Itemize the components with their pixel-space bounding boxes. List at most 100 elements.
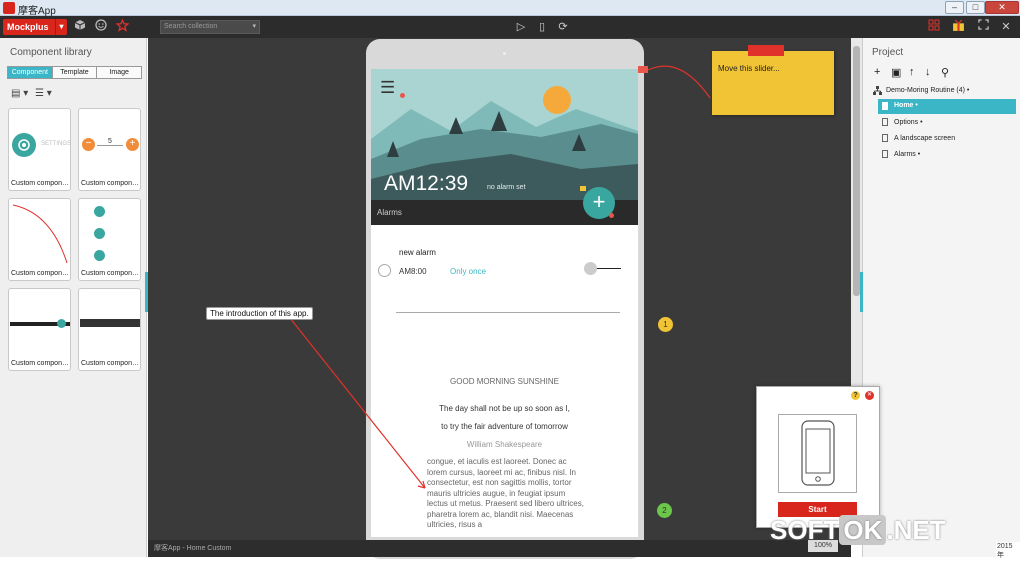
- smiley-icon[interactable]: [93, 19, 109, 35]
- minus-icon: −: [82, 138, 95, 151]
- brand-caret-icon[interactable]: ▾: [55, 19, 67, 35]
- status-bar: 摩客App - Home Custom: [148, 540, 851, 557]
- tree-item-options[interactable]: Options •: [894, 119, 923, 126]
- app-logo-icon: [3, 2, 15, 14]
- component-card-slider[interactable]: Custom compon…: [8, 288, 71, 371]
- slider-knob-icon: [57, 319, 66, 328]
- alarms-label: Alarms: [377, 208, 402, 217]
- page-icon: [882, 118, 888, 126]
- gear-icon: [12, 133, 36, 157]
- tree-item-alarms[interactable]: Alarms •: [894, 151, 920, 158]
- alarm-toggle-knob[interactable]: [584, 262, 597, 275]
- quote-line-2: to try the fair adventure of tomorrow: [441, 422, 568, 431]
- search-dropdown-icon[interactable]: ▾: [252, 21, 256, 33]
- grid-layout-icon[interactable]: [926, 19, 942, 35]
- page-icon: [882, 150, 888, 158]
- close-panel-icon[interactable]: ✕: [998, 19, 1014, 35]
- link-marker-icon: [609, 213, 614, 218]
- component-card-navbar[interactable]: Custom compon…: [78, 288, 141, 371]
- divider: [396, 312, 620, 313]
- tree-item-landscape[interactable]: A landscape screen: [894, 135, 955, 142]
- phone-outline-icon: [801, 420, 835, 486]
- intro-callout[interactable]: The introduction of this app.: [206, 307, 313, 320]
- play-icon[interactable]: ▷: [513, 19, 529, 35]
- main-toolbar: Mockplus ▾ Search collection ▾ ▷ ▯ ⟳ ✕: [0, 16, 1020, 38]
- watermark-part-1: SOFT: [770, 515, 840, 545]
- hero-illustration: ☰ AM12:39 no alarm set: [371, 69, 638, 200]
- search-collection-input[interactable]: Search collection ▾: [160, 20, 260, 34]
- project-title: Project: [872, 47, 904, 58]
- step-badge-2[interactable]: 2: [657, 503, 672, 518]
- help-icon[interactable]: ?: [851, 391, 860, 400]
- device-preview-frame: [778, 414, 857, 493]
- scrollbar-thumb[interactable]: [853, 46, 860, 296]
- brand-label: Mockplus: [7, 22, 49, 32]
- search-icon[interactable]: ⚲: [941, 66, 949, 79]
- popup-close-icon[interactable]: ✕: [865, 391, 874, 400]
- component-card-curve[interactable]: Custom compon…: [8, 198, 71, 281]
- database-view-icon[interactable]: ▤ ▾: [11, 88, 28, 99]
- device-icon[interactable]: ▯: [534, 19, 550, 35]
- search-placeholder: Search collection: [164, 23, 218, 30]
- tree-item-label: Home •: [894, 102, 918, 109]
- step-badge-1[interactable]: 1: [658, 317, 673, 332]
- card-label: Custom compon…: [11, 180, 69, 187]
- tree-item-home[interactable]: Home •: [878, 99, 1016, 114]
- gift-icon[interactable]: [950, 19, 966, 35]
- repeat-option[interactable]: Only once: [450, 267, 486, 276]
- sticky-note[interactable]: Move this slider...: [712, 45, 834, 115]
- list-dot-icon: [94, 228, 105, 239]
- curve-preview-icon: [12, 204, 68, 264]
- card-label: Custom compon…: [81, 180, 139, 187]
- tab-image[interactable]: Image: [97, 67, 142, 78]
- navbar-preview: [80, 319, 140, 327]
- stepper-value: 5: [97, 138, 123, 146]
- maximize-button[interactable]: □: [966, 1, 985, 14]
- cube-icon[interactable]: [72, 19, 88, 35]
- watermark-part-2: OK: [839, 515, 887, 545]
- window-title: 摩客App: [18, 6, 56, 17]
- brand-menu-button[interactable]: Mockplus ▾: [3, 19, 67, 35]
- phone-screen[interactable]: ☰ AM12:39 no alarm set Alarms + new alar…: [371, 69, 638, 537]
- right-panel-splitter[interactable]: [860, 272, 863, 312]
- watermark: SOFT OK .NET: [770, 515, 946, 546]
- list-view-icon[interactable]: ☰ ▾: [35, 88, 52, 99]
- card-label: Custom compon…: [11, 270, 69, 277]
- status-path: 摩客App - Home Custom: [154, 545, 232, 552]
- save-icon[interactable]: ▣: [891, 66, 901, 79]
- tab-component[interactable]: Component: [8, 67, 53, 78]
- link-marker-icon: [400, 93, 405, 98]
- add-page-icon[interactable]: +: [874, 66, 880, 78]
- fullscreen-icon[interactable]: [975, 19, 991, 35]
- phone-camera: [503, 52, 506, 55]
- tab-template[interactable]: Template: [52, 67, 98, 78]
- plus-icon: +: [126, 138, 139, 151]
- minimize-button[interactable]: –: [945, 1, 964, 14]
- new-alarm-title: new alarm: [399, 248, 436, 257]
- list-dot-icon: [94, 206, 105, 217]
- list-dot-icon: [94, 250, 105, 261]
- tree-item-project-root[interactable]: Demo-Moring Routine (4) •: [886, 87, 969, 94]
- library-tabs: Component Template Image: [7, 66, 142, 79]
- title-bar: 摩客App – □ ✕: [0, 0, 1020, 17]
- sticky-tape: [748, 45, 784, 56]
- component-card-stepper[interactable]: − 5 + Custom compon…: [78, 108, 141, 191]
- quote-author: William Shakespeare: [466, 440, 543, 449]
- close-button[interactable]: ✕: [985, 1, 1019, 14]
- component-card-list[interactable]: Custom compon…: [78, 198, 141, 281]
- component-library-panel: Component library Component Template Ima…: [0, 38, 147, 557]
- hamburger-menu-icon[interactable]: ☰: [380, 78, 395, 98]
- sync-icon[interactable]: ⟳: [555, 19, 571, 35]
- sticky-note-text: Move this slider...: [718, 64, 780, 73]
- move-down-icon[interactable]: ↓: [925, 66, 931, 78]
- component-card-settings[interactable]: SETTINGS Custom compon…: [8, 108, 71, 191]
- star-icon[interactable]: [114, 18, 130, 35]
- good-morning-heading: GOOD MORNING SUNSHINE: [450, 377, 559, 386]
- move-up-icon[interactable]: ↑: [909, 66, 915, 78]
- lorem-paragraph: congue, et iaculis est laoreet. Donec ac…: [427, 457, 584, 529]
- year-stamp: 2015年: [996, 542, 1020, 561]
- card-label: Custom compon…: [11, 360, 69, 367]
- clock-icon: [378, 264, 391, 277]
- quote-line-1: The day shall not be up so soon as I,: [439, 404, 570, 413]
- watermark-part-3: .NET: [886, 515, 946, 545]
